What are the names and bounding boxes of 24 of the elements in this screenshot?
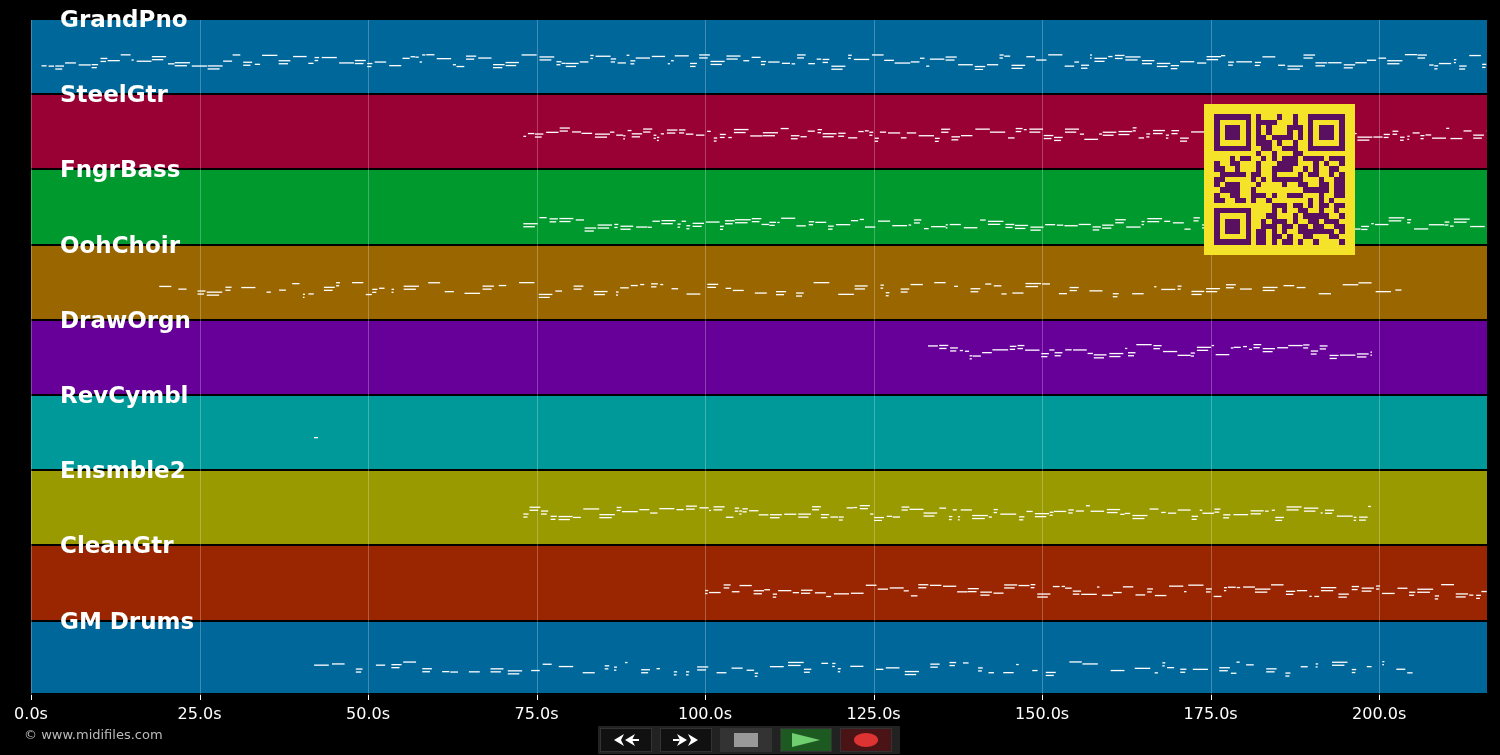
time-tick-label: 200.0s (1352, 703, 1407, 723)
time-tick-label: 125.0s (846, 703, 901, 723)
record-button[interactable] (840, 728, 892, 752)
time-tick-label: 25.0s (177, 703, 222, 723)
stop-button[interactable] (720, 728, 772, 752)
fast-forward-icon (672, 733, 700, 747)
record-icon (854, 733, 878, 747)
track-name: SteelGtr (60, 83, 168, 107)
fast-forward-button[interactable] (660, 728, 712, 752)
time-tick-label: 75.0s (514, 703, 559, 723)
time-tick-label: 0.0s (14, 703, 48, 723)
play-icon (791, 732, 821, 748)
play-button[interactable] (780, 728, 832, 752)
copyright-text: © www.midifiles.com (24, 727, 163, 742)
track-name: GrandPno (60, 8, 188, 31)
time-tick-label: 175.0s (1183, 703, 1238, 723)
time-tick-label: 150.0s (1015, 703, 1070, 723)
stop-icon (734, 733, 758, 747)
rewind-button[interactable] (600, 728, 652, 752)
time-tick-label: 100.0s (678, 703, 733, 723)
track-name: Ensmble2 (60, 459, 186, 483)
time-tick-label: 50.0s (346, 703, 390, 723)
rewind-icon (612, 733, 640, 747)
track-name: GM Drums (60, 609, 195, 633)
